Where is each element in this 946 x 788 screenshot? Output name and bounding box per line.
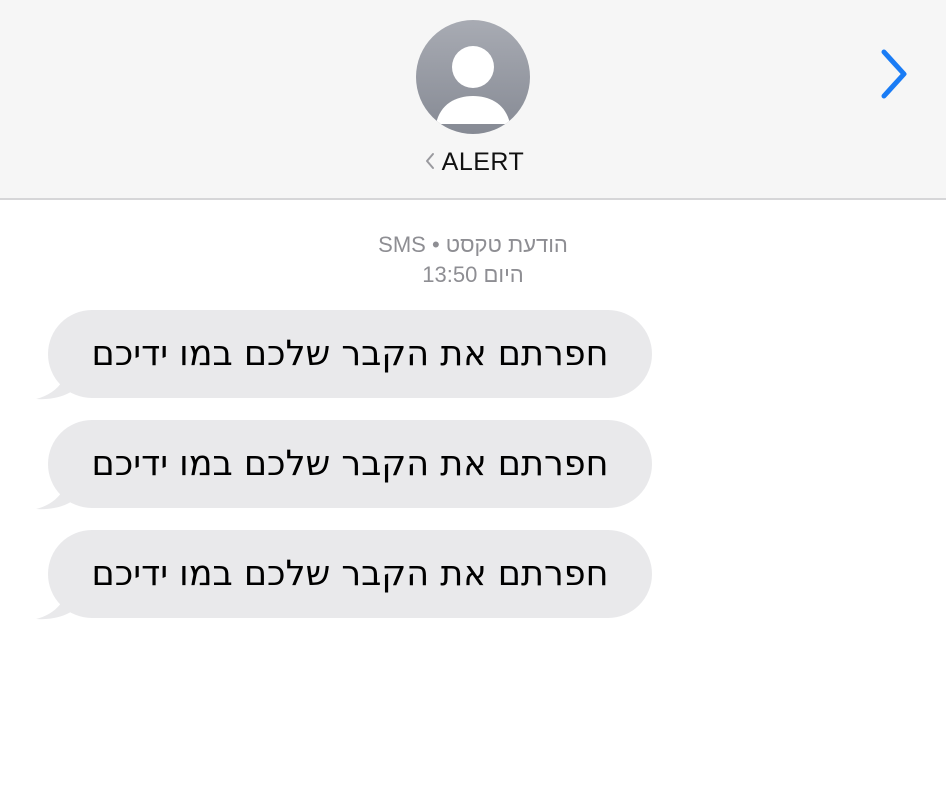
person-icon bbox=[436, 46, 510, 124]
message-text: חפרתם את הקבר שלכם במו ידיכם bbox=[91, 334, 609, 374]
message-timestamp: היום 13:50 bbox=[422, 262, 524, 287]
conversation-header: ALERT bbox=[0, 0, 946, 200]
contact-name-row[interactable]: ALERT bbox=[0, 148, 946, 177]
message-text: חפרתם את הקבר שלכם במו ידיכם bbox=[91, 554, 609, 594]
contact-info-button[interactable] bbox=[872, 44, 916, 104]
message-bubble[interactable]: חפרתם את הקבר שלכם במו ידיכם bbox=[34, 310, 654, 402]
message-meta: הודעת טקסט • SMS היום 13:50 bbox=[0, 230, 946, 290]
contact-name: ALERT bbox=[441, 148, 525, 176]
message-text: חפרתם את הקבר שלכם במו ידיכם bbox=[91, 444, 609, 484]
chevron-right-icon bbox=[881, 49, 907, 99]
message-bubble[interactable]: חפרתם את הקבר שלכם במו ידיכם bbox=[34, 530, 654, 622]
message-bubble[interactable]: חפרתם את הקבר שלכם במו ידיכם bbox=[34, 420, 654, 512]
service-label: הודעת טקסט • SMS bbox=[378, 232, 568, 257]
contact-avatar[interactable] bbox=[416, 20, 530, 134]
chevron-left-icon bbox=[425, 153, 434, 169]
